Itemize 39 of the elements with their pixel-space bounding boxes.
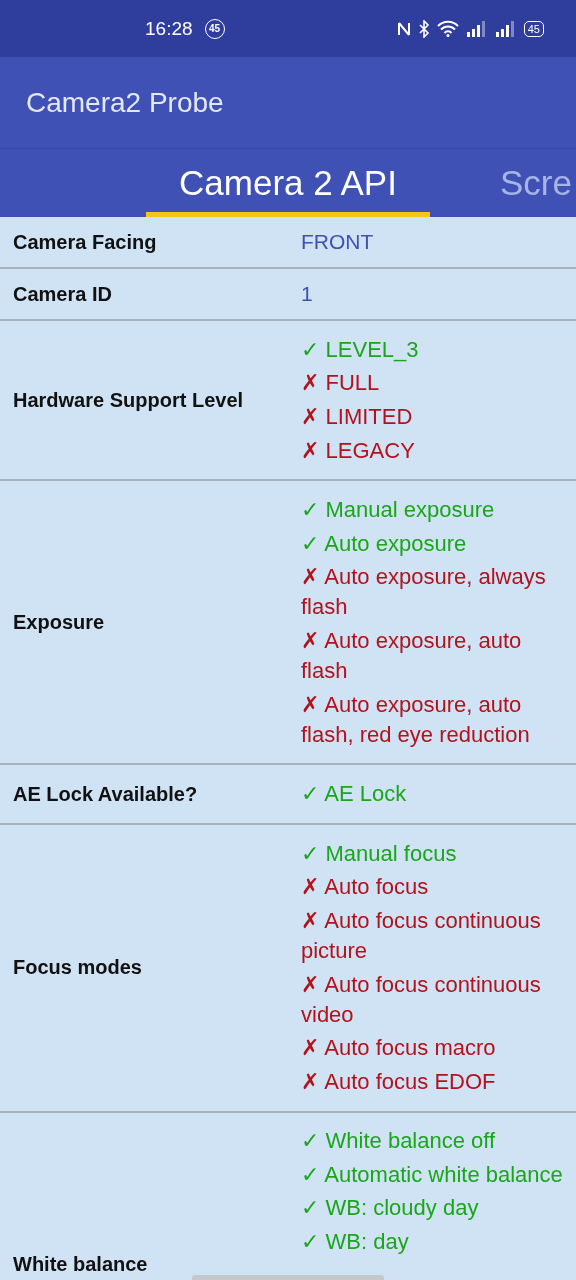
bluetooth-icon: [417, 19, 430, 38]
feature-item: ✗ LIMITED: [301, 403, 414, 431]
feature-item: ✗ Auto focus EDOF: [301, 1067, 497, 1096]
feature-item: ✓ WB: cloudy day: [301, 1194, 480, 1223]
feature-item: ✓ Automatic white balance: [301, 1160, 564, 1189]
feature-item: ✗ LEGACY: [301, 436, 416, 465]
nfc-icon: [396, 20, 411, 37]
feature-item: ✓ LEVEL_3: [301, 335, 420, 364]
property-label: Focus modes: [12, 956, 143, 980]
feature-item: ✗ Auto exposure, auto flash: [301, 626, 523, 685]
feature-item: ✓ Manual exposure: [301, 496, 496, 525]
feature-item: ✗ Auto focus continuous picture: [301, 906, 542, 965]
feature-item: ✗ Auto focus: [301, 873, 430, 902]
wifi-icon: [436, 20, 459, 37]
signal-icon: [465, 20, 488, 37]
feature-item: ✗ Auto focus continuous video: [301, 970, 542, 1029]
app-title: Camera2 Probe: [26, 86, 224, 119]
battery-indicator: 45: [523, 20, 544, 37]
feature-item: ✗ Auto exposure, auto flash, red eye reduction: [301, 690, 531, 749]
property-label: Hardware Support Level: [12, 388, 245, 412]
property-label: White balance: [12, 1253, 149, 1276]
feature-item: ✓ WB: day: [301, 1228, 410, 1257]
property-value: 1: [300, 282, 314, 306]
property-label: Camera ID: [12, 282, 113, 306]
signal-icon: [494, 20, 517, 37]
feature-item: ✓ Manual focus: [301, 839, 458, 868]
home-indicator[interactable]: [192, 1275, 384, 1280]
status-time: 16:28: [145, 17, 193, 40]
property-label: Exposure: [12, 610, 106, 634]
tab[interactable]: Camera 2 API: [146, 149, 430, 217]
feature-item: ✗ Auto exposure, always flash: [301, 563, 547, 622]
property-value: FRONT: [300, 230, 375, 254]
feature-item: ✓ Auto exposure: [301, 529, 468, 558]
property-label: AE Lock Available?: [12, 782, 199, 806]
feature-item: ✓ White balance off: [301, 1127, 497, 1156]
feature-item: ✗ FULL: [301, 369, 381, 398]
feature-item: ✓ AE Lock: [301, 780, 408, 809]
feature-item: ✗ Auto focus macro: [301, 1034, 497, 1063]
property-label: Camera Facing: [12, 230, 158, 254]
